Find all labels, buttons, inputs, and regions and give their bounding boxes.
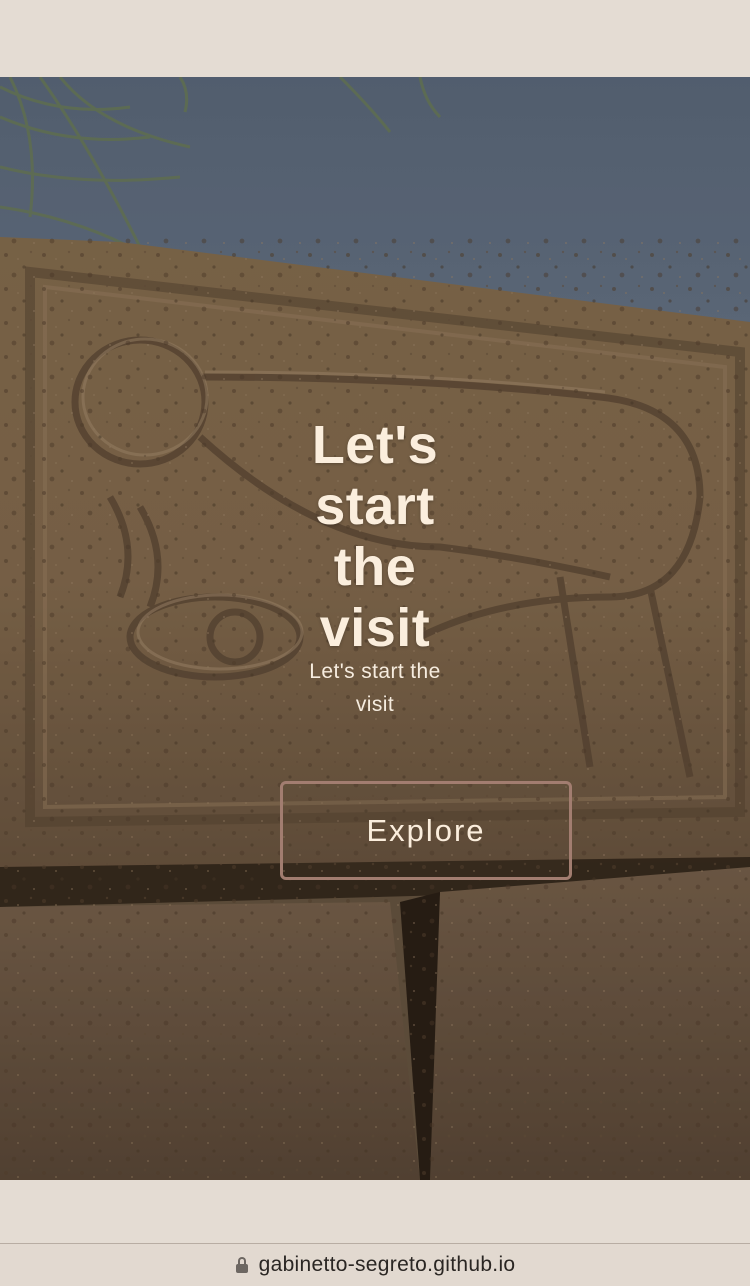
hero-title: Let's start the visit [311, 415, 439, 658]
explore-button[interactable]: Explore [280, 781, 572, 880]
hero-section: Let's start the visit Let's start the vi… [0, 77, 750, 1180]
lock-icon [235, 1257, 249, 1273]
hero-subtitle: Let's start the visit [309, 660, 441, 716]
bottom-spacer [0, 1180, 750, 1243]
top-spacer [0, 0, 750, 77]
browser-url-bar[interactable]: gabinetto-segreto.github.io [0, 1243, 750, 1286]
url-text[interactable]: gabinetto-segreto.github.io [259, 1253, 516, 1277]
